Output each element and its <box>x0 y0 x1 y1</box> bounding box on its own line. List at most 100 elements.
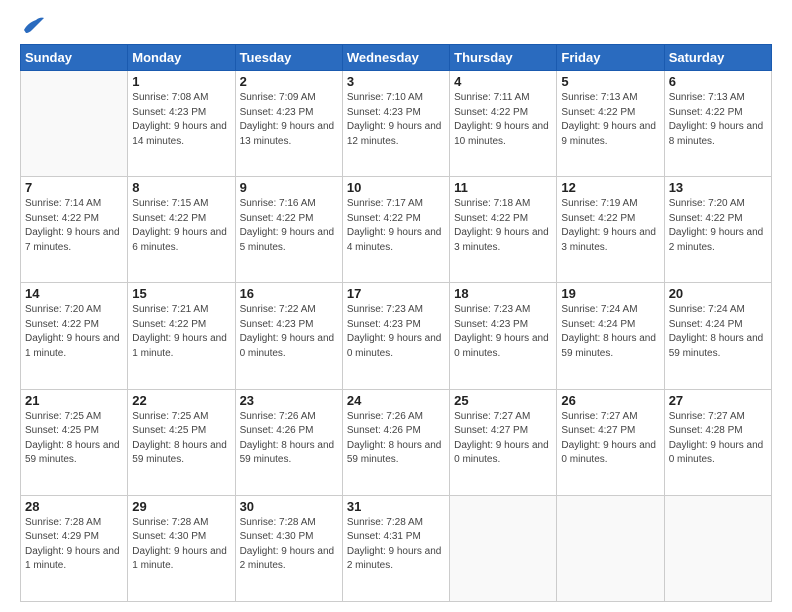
calendar-cell: 22 Sunrise: 7:25 AM Sunset: 4:25 PM Dayli… <box>128 389 235 495</box>
day-number: 31 <box>347 499 445 514</box>
calendar-cell: 23 Sunrise: 7:26 AM Sunset: 4:26 PM Dayli… <box>235 389 342 495</box>
calendar-cell: 4 Sunrise: 7:11 AM Sunset: 4:22 PM Daylig… <box>450 71 557 177</box>
day-detail: Sunrise: 7:23 AM Sunset: 4:23 PM Dayligh… <box>347 303 445 361</box>
calendar-header-monday: Monday <box>128 45 235 71</box>
day-detail: Sunrise: 7:24 AM Sunset: 4:24 PM Dayligh… <box>561 303 659 361</box>
calendar-header-thursday: Thursday <box>450 45 557 71</box>
day-detail: Sunrise: 7:10 AM Sunset: 4:23 PM Dayligh… <box>347 91 445 149</box>
day-detail: Sunrise: 7:13 AM Sunset: 4:22 PM Dayligh… <box>669 91 767 149</box>
calendar-cell <box>557 495 664 601</box>
day-number: 17 <box>347 286 445 301</box>
day-number: 19 <box>561 286 659 301</box>
calendar-week-row: 28 Sunrise: 7:28 AM Sunset: 4:29 PM Dayli… <box>21 495 772 601</box>
calendar-cell: 11Sunrise: 7:18 AM Sunset: 4:22 PM Dayli… <box>450 177 557 283</box>
day-detail: Sunrise: 7:26 AM Sunset: 4:26 PM Dayligh… <box>240 410 338 468</box>
calendar-week-row: 14 Sunrise: 7:20 AM Sunset: 4:22 PM Dayli… <box>21 283 772 389</box>
calendar-cell: 2 Sunrise: 7:09 AM Sunset: 4:23 PM Daylig… <box>235 71 342 177</box>
day-detail: Sunrise: 7:28 AM Sunset: 4:30 PM Dayligh… <box>132 516 230 574</box>
day-number: 26 <box>561 393 659 408</box>
logo-bird-icon <box>22 16 44 34</box>
calendar-week-row: 21 Sunrise: 7:25 AM Sunset: 4:25 PM Dayli… <box>21 389 772 495</box>
calendar-cell: 17 Sunrise: 7:23 AM Sunset: 4:23 PM Dayli… <box>342 283 449 389</box>
day-number: 22 <box>132 393 230 408</box>
day-number: 9 <box>240 180 338 195</box>
day-detail: Sunrise: 7:22 AM Sunset: 4:23 PM Dayligh… <box>240 303 338 361</box>
calendar-cell: 10 Sunrise: 7:17 AM Sunset: 4:22 PM Dayli… <box>342 177 449 283</box>
calendar-cell: 18 Sunrise: 7:23 AM Sunset: 4:23 PM Dayli… <box>450 283 557 389</box>
day-number: 11 <box>454 180 552 195</box>
day-detail: Sunrise: 7:13 AM Sunset: 4:22 PM Dayligh… <box>561 91 659 149</box>
day-number: 29 <box>132 499 230 514</box>
header <box>20 16 772 34</box>
calendar-cell: 5 Sunrise: 7:13 AM Sunset: 4:22 PM Daylig… <box>557 71 664 177</box>
calendar-cell: 15 Sunrise: 7:21 AM Sunset: 4:22 PM Dayli… <box>128 283 235 389</box>
day-number: 8 <box>132 180 230 195</box>
day-number: 4 <box>454 74 552 89</box>
day-number: 12 <box>561 180 659 195</box>
calendar-cell: 16 Sunrise: 7:22 AM Sunset: 4:23 PM Dayli… <box>235 283 342 389</box>
day-number: 7 <box>25 180 123 195</box>
day-detail: Sunrise: 7:25 AM Sunset: 4:25 PM Dayligh… <box>25 410 123 468</box>
day-number: 15 <box>132 286 230 301</box>
day-number: 10 <box>347 180 445 195</box>
calendar-header-friday: Friday <box>557 45 664 71</box>
day-number: 27 <box>669 393 767 408</box>
calendar-header-saturday: Saturday <box>664 45 771 71</box>
day-detail: Sunrise: 7:11 AM Sunset: 4:22 PM Dayligh… <box>454 91 552 149</box>
calendar-cell: 28 Sunrise: 7:28 AM Sunset: 4:29 PM Dayli… <box>21 495 128 601</box>
calendar-table: SundayMondayTuesdayWednesdayThursdayFrid… <box>20 44 772 602</box>
calendar-cell <box>450 495 557 601</box>
day-detail: Sunrise: 7:28 AM Sunset: 4:29 PM Dayligh… <box>25 516 123 574</box>
day-number: 16 <box>240 286 338 301</box>
day-detail: Sunrise: 7:19 AM Sunset: 4:22 PM Dayligh… <box>561 197 659 255</box>
day-detail: Sunrise: 7:21 AM Sunset: 4:22 PM Dayligh… <box>132 303 230 361</box>
calendar-header-tuesday: Tuesday <box>235 45 342 71</box>
calendar-cell: 9 Sunrise: 7:16 AM Sunset: 4:22 PM Daylig… <box>235 177 342 283</box>
day-number: 20 <box>669 286 767 301</box>
day-number: 5 <box>561 74 659 89</box>
day-detail: Sunrise: 7:28 AM Sunset: 4:31 PM Dayligh… <box>347 516 445 574</box>
day-number: 13 <box>669 180 767 195</box>
day-number: 23 <box>240 393 338 408</box>
day-detail: Sunrise: 7:20 AM Sunset: 4:22 PM Dayligh… <box>25 303 123 361</box>
day-detail: Sunrise: 7:26 AM Sunset: 4:26 PM Dayligh… <box>347 410 445 468</box>
day-detail: Sunrise: 7:25 AM Sunset: 4:25 PM Dayligh… <box>132 410 230 468</box>
calendar-week-row: 7 Sunrise: 7:14 AM Sunset: 4:22 PM Daylig… <box>21 177 772 283</box>
day-detail: Sunrise: 7:14 AM Sunset: 4:22 PM Dayligh… <box>25 197 123 255</box>
day-number: 3 <box>347 74 445 89</box>
calendar-header-wednesday: Wednesday <box>342 45 449 71</box>
calendar-cell: 13 Sunrise: 7:20 AM Sunset: 4:22 PM Dayli… <box>664 177 771 283</box>
day-number: 2 <box>240 74 338 89</box>
day-detail: Sunrise: 7:23 AM Sunset: 4:23 PM Dayligh… <box>454 303 552 361</box>
day-detail: Sunrise: 7:09 AM Sunset: 4:23 PM Dayligh… <box>240 91 338 149</box>
day-number: 28 <box>25 499 123 514</box>
calendar-header-row: SundayMondayTuesdayWednesdayThursdayFrid… <box>21 45 772 71</box>
calendar-cell: 25Sunrise: 7:27 AM Sunset: 4:27 PM Dayli… <box>450 389 557 495</box>
day-number: 6 <box>669 74 767 89</box>
calendar-cell <box>21 71 128 177</box>
calendar-cell: 12 Sunrise: 7:19 AM Sunset: 4:22 PM Dayli… <box>557 177 664 283</box>
calendar-cell: 19 Sunrise: 7:24 AM Sunset: 4:24 PM Dayli… <box>557 283 664 389</box>
day-detail: Sunrise: 7:20 AM Sunset: 4:22 PM Dayligh… <box>669 197 767 255</box>
page: SundayMondayTuesdayWednesdayThursdayFrid… <box>0 0 792 612</box>
calendar-cell: 6 Sunrise: 7:13 AM Sunset: 4:22 PM Daylig… <box>664 71 771 177</box>
day-number: 21 <box>25 393 123 408</box>
day-number: 14 <box>25 286 123 301</box>
day-detail: Sunrise: 7:27 AM Sunset: 4:27 PM Dayligh… <box>454 410 552 468</box>
day-detail: Sunrise: 7:16 AM Sunset: 4:22 PM Dayligh… <box>240 197 338 255</box>
day-detail: Sunrise: 7:15 AM Sunset: 4:22 PM Dayligh… <box>132 197 230 255</box>
calendar-week-row: 1Sunrise: 7:08 AM Sunset: 4:23 PM Daylig… <box>21 71 772 177</box>
day-number: 30 <box>240 499 338 514</box>
calendar-cell: 30 Sunrise: 7:28 AM Sunset: 4:30 PM Dayli… <box>235 495 342 601</box>
calendar-cell: 14 Sunrise: 7:20 AM Sunset: 4:22 PM Dayli… <box>21 283 128 389</box>
day-number: 24 <box>347 393 445 408</box>
calendar-cell: 29 Sunrise: 7:28 AM Sunset: 4:30 PM Dayli… <box>128 495 235 601</box>
day-detail: Sunrise: 7:17 AM Sunset: 4:22 PM Dayligh… <box>347 197 445 255</box>
calendar-cell: 21 Sunrise: 7:25 AM Sunset: 4:25 PM Dayli… <box>21 389 128 495</box>
day-detail: Sunrise: 7:28 AM Sunset: 4:30 PM Dayligh… <box>240 516 338 574</box>
day-number: 1 <box>132 74 230 89</box>
day-detail: Sunrise: 7:27 AM Sunset: 4:28 PM Dayligh… <box>669 410 767 468</box>
day-detail: Sunrise: 7:27 AM Sunset: 4:27 PM Dayligh… <box>561 410 659 468</box>
day-number: 18 <box>454 286 552 301</box>
calendar-cell: 1Sunrise: 7:08 AM Sunset: 4:23 PM Daylig… <box>128 71 235 177</box>
